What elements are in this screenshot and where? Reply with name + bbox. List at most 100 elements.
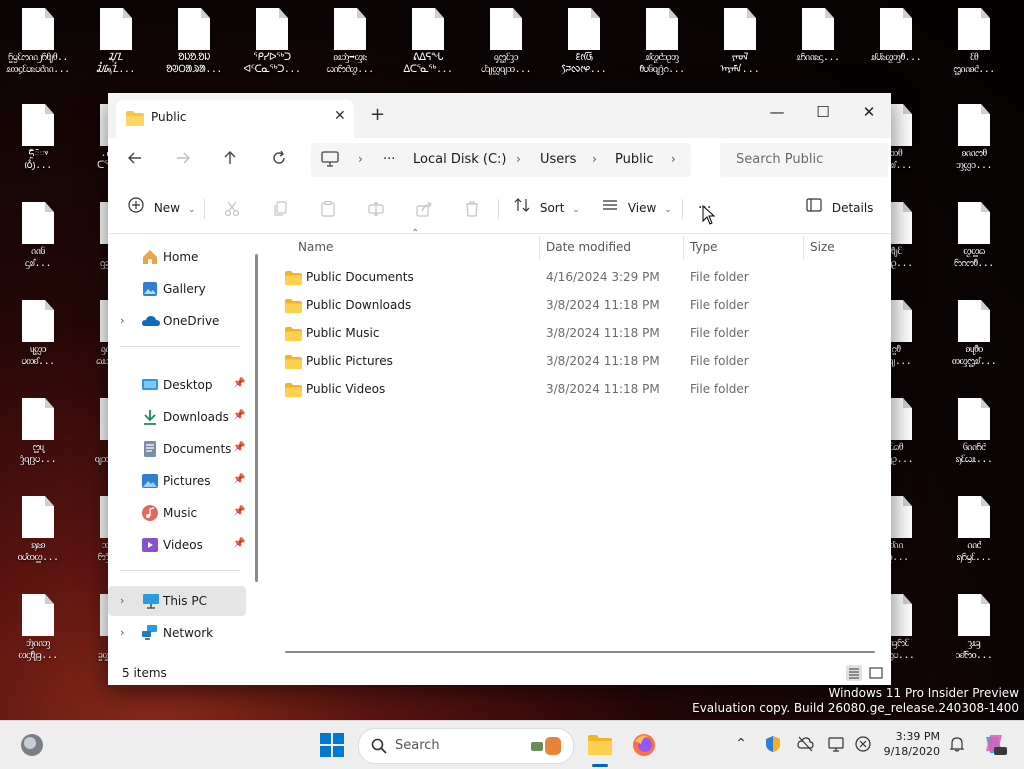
delete-button[interactable] xyxy=(464,193,480,223)
pin-icon[interactable]: 📌 xyxy=(233,506,245,517)
sidebar-item-desktop[interactable]: Desktop 📌 xyxy=(108,370,246,400)
table-row[interactable]: Public Music 3/8/2024 11:18 PM File folder xyxy=(281,321,871,347)
desktop-file-icon[interactable]: ᮎᮥᮔᮤ ᮎᮀᮏᮥᮔᮤ... xyxy=(78,0,154,92)
display-icon[interactable] xyxy=(828,735,846,753)
breadcrumb-public[interactable]: Public xyxy=(615,152,653,167)
desktop-file-icon[interactable]: ᕿᓯᐅᖅᑐ ᐊᑦᑕᓇᖅᑐ... xyxy=(234,0,310,92)
details-button[interactable]: Details xyxy=(806,193,873,223)
desktop-file-icon[interactable]: ᰏᰬᰶᰳᰤ ᰓᰨᰪᰱ... xyxy=(0,96,76,188)
column-header-name[interactable]: Name xyxy=(298,240,333,254)
chevron-up-icon[interactable]: ⌃ xyxy=(732,735,750,753)
column-divider[interactable] xyxy=(803,236,804,260)
maximize-button[interactable]: ☐ xyxy=(803,99,843,125)
start-button[interactable] xyxy=(318,731,346,759)
paste-button[interactable] xyxy=(320,193,336,223)
share-button[interactable] xyxy=(416,193,432,223)
close-button[interactable]: ✕ xyxy=(849,99,889,125)
taskbar-search[interactable]: Search xyxy=(358,728,574,764)
desktop-file-icon[interactable]: ᦶᦑ ᦓᦾ... xyxy=(0,194,76,286)
chevron-right-icon[interactable]: › xyxy=(120,594,124,607)
sidebar-item-documents[interactable]: Documents 📌 xyxy=(108,434,246,464)
address-more-button[interactable]: ··· xyxy=(383,152,395,167)
back-button[interactable] xyxy=(120,146,150,174)
table-row[interactable]: Public Documents 4/16/2024 3:29 PM File fo… xyxy=(281,265,871,291)
firefox-taskbar-button[interactable] xyxy=(630,731,658,759)
taskbar-search-input[interactable]: Search xyxy=(395,738,440,753)
tab-close-button[interactable]: ✕ xyxy=(334,108,346,124)
desktop-file-icon[interactable]: ᱚᱡᱚᱹᱚᱡ ᱚᱣᱛᱟᱹᱨᱟ... xyxy=(156,0,232,92)
desktop-file-icon[interactable]: ᦈᦴᦹᦞ ᦎᦐᦗᦾ... xyxy=(936,292,1012,384)
desktop-file-icon[interactable]: ᦴᦜᦱ ᦢᦎᦊ... xyxy=(0,292,76,384)
refresh-button[interactable] xyxy=(264,146,294,174)
desktop-file-icon[interactable]: ᧂᦗᦷᦡᦱ ᦔᦻᦜᦽᦉ... xyxy=(468,0,544,92)
sidebar-item-onedrive[interactable]: › OneDrive xyxy=(108,306,246,336)
file-explorer-taskbar-button[interactable] xyxy=(586,731,614,759)
copilot-icon[interactable] xyxy=(980,731,1008,759)
new-button[interactable]: New ⌄ xyxy=(128,193,195,223)
copy-button[interactable] xyxy=(272,193,288,223)
pin-icon[interactable]: 📌 xyxy=(233,378,245,389)
chevron-right-icon[interactable]: › xyxy=(671,152,676,166)
sidebar-item-pictures[interactable]: Pictures 📌 xyxy=(108,466,246,496)
column-divider[interactable] xyxy=(539,236,540,260)
sidebar-item-downloads[interactable]: Downloads 📌 xyxy=(108,402,246,432)
desktop-file-icon[interactable]: ᦦᦴ ᦤᦽᦡᦢ... xyxy=(0,390,76,482)
desktop-file-icon[interactable]: ᦶᦺ ᦣᦆᦙᦷ... xyxy=(936,488,1012,580)
desktop-file-icon[interactable]: ᰚᰦᰳᰂᰥᰩ ᰎᰧᰜᰦᰋ... xyxy=(546,0,622,92)
tab-public[interactable]: Public ✕ xyxy=(116,100,354,138)
desktop-file-icon[interactable]: ᦩᧄᦷᦂᦶ᧒ᦆᧀᦲ.. ᦸᦎ᧔ᦷᦢᦰᦢᦺᦶ... xyxy=(0,0,76,92)
view-button[interactable]: View ⌄ xyxy=(602,193,672,223)
up-button[interactable] xyxy=(215,146,245,174)
table-row[interactable]: Public Videos 3/8/2024 11:18 PM File folde… xyxy=(281,377,871,403)
table-row[interactable]: Public Pictures 3/8/2024 11:18 PM File fol… xyxy=(281,349,871,375)
network-disconnected-icon[interactable] xyxy=(796,735,814,753)
new-tab-button[interactable]: + xyxy=(370,104,385,125)
table-row[interactable]: Public Downloads 3/8/2024 11:18 PM File fo… xyxy=(281,293,871,319)
breadcrumb-users[interactable]: Users xyxy=(540,152,576,167)
sidebar-item-videos[interactable]: Videos 📌 xyxy=(108,530,246,560)
sidebar-item-music[interactable]: Music 📌 xyxy=(108,498,246,528)
search-box[interactable]: Search Public xyxy=(720,143,888,177)
desktop-file-icon[interactable]: ᦸᦆᦶᦰᦓ... xyxy=(780,0,856,92)
desktop-file-icon[interactable]: ᦾᦔᦰᦖᦀᦹ... xyxy=(858,0,934,92)
desktop-file-icon[interactable]: ᦈᦸᦁ➡ᦐᦰ ᦍᦵᦝᦺᦖ... xyxy=(312,0,388,92)
sidebar-scrollbar[interactable] xyxy=(255,254,258,582)
security-shield-icon[interactable] xyxy=(764,735,782,753)
chevron-right-icon[interactable]: › xyxy=(120,314,124,327)
column-divider[interactable] xyxy=(683,236,684,260)
column-header-type[interactable]: Type xyxy=(690,240,718,254)
desktop-file-icon[interactable]: ᦈᦶᦂᦲ ᦀᦜᦱ... xyxy=(936,96,1012,188)
horizontal-scrollbar[interactable] xyxy=(285,651,875,653)
forward-button[interactable] xyxy=(168,146,198,174)
accessibility-icon[interactable] xyxy=(854,735,872,753)
search-input[interactable]: Search Public xyxy=(736,152,823,167)
system-clock[interactable]: 3:39 PM 9/18/2020 xyxy=(880,729,940,759)
desktop-file-icon[interactable]: ᦖᦛᦒ ᦝᦅᦂᦹ... xyxy=(936,194,1012,286)
breadcrumb-local-disk[interactable]: Local Disk (C:) xyxy=(413,152,506,167)
sidebar-item-this-pc[interactable]: › This PC xyxy=(108,586,246,616)
pin-icon[interactable]: 📌 xyxy=(233,442,245,453)
sidebar-item-gallery[interactable]: Gallery xyxy=(108,274,246,304)
sidebar-item-network[interactable]: › Network xyxy=(108,618,246,648)
chevron-right-icon[interactable]: › xyxy=(120,626,124,639)
desktop-file-icon[interactable]: ᦷᦲ ᦗᦶᦈᦺ... xyxy=(936,0,1012,92)
pin-icon[interactable]: 📌 xyxy=(233,538,245,549)
address-bar[interactable]: › ··· Local Disk (C:) › Users › Public › xyxy=(311,143,691,177)
widgets-button[interactable] xyxy=(18,731,46,759)
desktop-file-icon[interactable]: ᦣᦰᦈ ᦞᦔᦎᦛ... xyxy=(0,488,76,580)
cut-button[interactable] xyxy=(224,193,240,223)
desktop-file-icon[interactable]: ᠶᠣ᠋ᠯ ᠠᠷᠠᠮᠠ... xyxy=(702,0,778,92)
pin-icon[interactable]: 📌 xyxy=(233,474,245,485)
notification-bell-icon[interactable] xyxy=(948,735,966,753)
rename-button[interactable] xyxy=(368,193,384,223)
details-view-button[interactable] xyxy=(846,665,862,681)
desktop-file-icon[interactable]: ᦡᦸᦃ ᦱᦊᦝᦞ... xyxy=(936,586,1012,678)
sort-button[interactable]: Sort ⌄ xyxy=(514,193,580,223)
tiles-view-button[interactable] xyxy=(868,665,884,681)
column-header-date-modified[interactable]: Date modified xyxy=(546,240,631,254)
desktop-file-icon[interactable]: ᦑᦶᦆᦺ ᦣᦷᦍᦸ... xyxy=(936,390,1012,482)
desktop-file-icon[interactable]: ᦾᦖᦺᦱᦳᦀ ᦹᦢᦑᦽᦤᦅ... xyxy=(624,0,700,92)
sidebar-item-home[interactable]: Home xyxy=(108,242,246,272)
pin-icon[interactable]: 📌 xyxy=(233,410,245,421)
desktop-file-icon[interactable]: ᦁᦶᦀ ᦠᦓᦿᦃ... xyxy=(0,586,76,678)
